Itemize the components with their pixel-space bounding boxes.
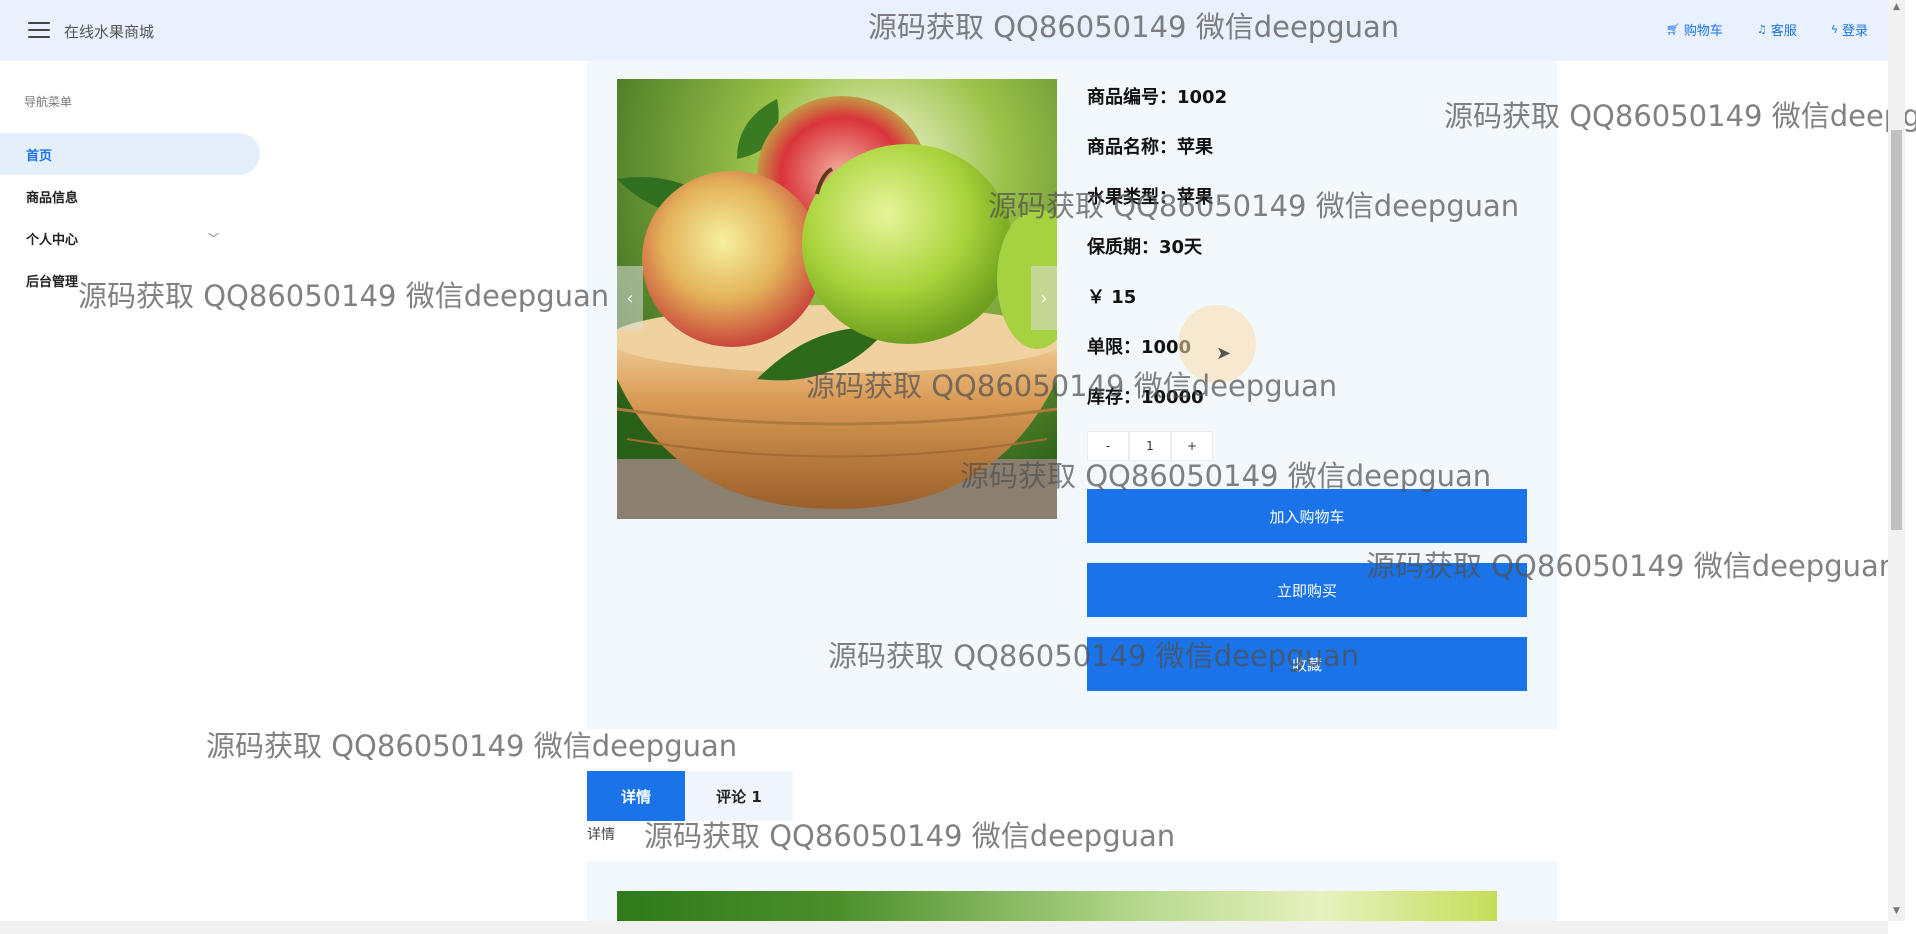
increment-button[interactable]: + <box>1171 431 1213 461</box>
scroll-up-icon[interactable]: ▲ <box>1888 2 1905 12</box>
header-links: 🛒︎ 购物车 ♫ 客服 ϟ 登录 <box>1666 20 1868 39</box>
customer-service-link[interactable]: ♫ 客服 <box>1757 20 1797 39</box>
sidebar-item-profile[interactable]: 个人中心 ﹀ <box>0 217 260 259</box>
sidebar-item-label: 商品信息 <box>26 190 79 206</box>
detail-tabs: 详情 评论 1 <box>587 771 793 821</box>
scrollbar-thumb[interactable] <box>1891 130 1902 530</box>
sidebar-item-products[interactable]: 商品信息 <box>0 175 260 217</box>
login-label: 登录 <box>1841 24 1868 39</box>
cart-icon: 🛒︎ <box>1665 23 1680 36</box>
product-info: 商品编号：1002 商品名称：苹果 水果类型：苹果 保质期：30天 ￥ 15 单… <box>1087 81 1527 431</box>
watermark: 源码获取 QQ86050149 微信deepguan <box>206 729 738 763</box>
detail-label: 详情 <box>587 827 615 843</box>
favorite-button[interactable]: 收藏 <box>1087 637 1527 691</box>
buy-now-button[interactable]: 立即购买 <box>1087 563 1527 617</box>
product-panel: ‹ › 商品编号：1002 商品名称：苹果 水果类型：苹果 保质期：30天 ￥ … <box>587 61 1557 729</box>
customer-service-label: 客服 <box>1770 24 1797 39</box>
hamburger-menu-icon[interactable] <box>28 22 50 40</box>
lightning-icon: ϟ <box>1830 23 1838 36</box>
cart-link-label: 购物车 <box>1683 24 1723 39</box>
sidebar-item-label: 后台管理 <box>26 274 79 290</box>
product-id: 商品编号：1002 <box>1087 87 1228 108</box>
purchase-limit: 单限：1000 <box>1087 337 1192 358</box>
site-title: 在线水果商城 <box>64 23 155 41</box>
mouse-cursor-icon: ➤ <box>1216 343 1232 364</box>
nav-title: 导航菜单 <box>24 95 73 109</box>
sidebar-item-home[interactable]: 首页 <box>0 133 260 175</box>
vertical-scrollbar[interactable]: ▲ ▼ <box>1888 0 1905 921</box>
tab-comments[interactable]: 评论 1 <box>685 771 793 821</box>
detail-panel <box>587 861 1557 921</box>
apples-image <box>617 79 1057 519</box>
quantity-stepper: - 1 + <box>1087 431 1213 461</box>
bell-icon: ♫ <box>1756 23 1767 36</box>
price: ￥ 15 <box>1087 287 1137 308</box>
quantity-input[interactable]: 1 <box>1129 431 1171 461</box>
scroll-down-icon[interactable]: ▼ <box>1888 906 1905 916</box>
sidebar-item-label: 首页 <box>26 148 53 164</box>
product-image-carousel: ‹ › <box>617 79 1057 519</box>
decrement-button[interactable]: - <box>1087 431 1129 461</box>
shelf-life: 保质期：30天 <box>1087 237 1203 258</box>
carousel-next-button[interactable]: › <box>1031 266 1057 330</box>
sidebar-item-admin[interactable]: 后台管理 <box>0 259 260 301</box>
login-link[interactable]: ϟ 登录 <box>1831 20 1868 39</box>
sidebar: 导航菜单 首页 商品信息 个人中心 ﹀ 后台管理 <box>0 61 270 921</box>
stock: 库存：10000 <box>1087 387 1204 408</box>
add-to-cart-button[interactable]: 加入购物车 <box>1087 489 1527 543</box>
fruit-type: 水果类型：苹果 <box>1087 187 1213 208</box>
cart-link[interactable]: 🛒︎ 购物车 <box>1666 20 1723 39</box>
product-name: 商品名称：苹果 <box>1087 137 1213 158</box>
detail-image <box>617 891 1497 921</box>
tab-details[interactable]: 详情 <box>587 771 685 821</box>
horizontal-scrollbar[interactable] <box>0 921 1888 934</box>
sidebar-item-label: 个人中心 <box>26 232 79 248</box>
carousel-prev-button[interactable]: ‹ <box>617 266 643 330</box>
top-header: 在线水果商城 🛒︎ 购物车 ♫ 客服 ϟ 登录 <box>0 0 1888 61</box>
chevron-down-icon[interactable]: ﹀ <box>208 230 219 246</box>
